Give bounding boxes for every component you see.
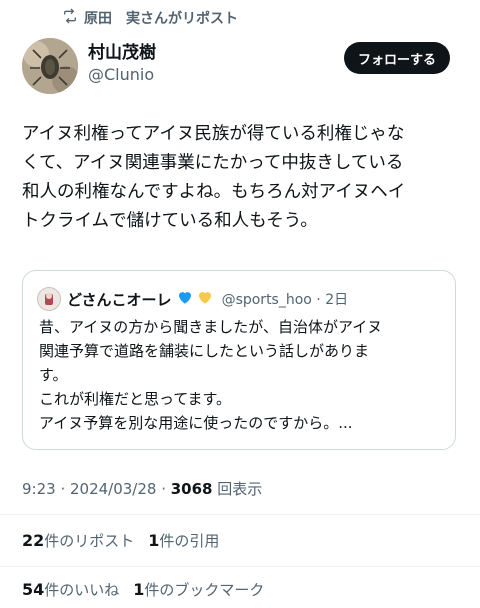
avatar[interactable] xyxy=(22,38,78,94)
reposts-count: 22 xyxy=(22,531,45,550)
bookmarks-label: 件のブックマーク xyxy=(144,581,265,599)
quoted-line: す。 xyxy=(39,366,68,384)
post-timestamp[interactable]: 9:23 · 2024/03/28 · xyxy=(22,480,171,498)
quoted-post-body: 昔、アイヌの方から聞きましたが、自治体がアイヌ 関連予算で道路を舗装にしたという… xyxy=(39,315,447,435)
quoted-line: アイヌ予算を別な用途に使ったのですから。... xyxy=(39,414,353,432)
quoted-post-header: どさんこオーレ @sports_hoo · 2日 xyxy=(37,287,348,311)
post-meta: 9:23 · 2024/03/28 · 3068 回表示 xyxy=(22,478,262,499)
follow-button[interactable]: フォローする xyxy=(343,42,450,74)
blue-heart-icon xyxy=(176,288,196,310)
views-label: 回表示 xyxy=(212,480,263,498)
quoted-handle-time: @sports_hoo · 2日 xyxy=(221,292,349,308)
bookmarks-count: 1 xyxy=(133,580,145,599)
repost-icon xyxy=(62,8,78,28)
divider xyxy=(0,566,480,567)
divider xyxy=(0,514,480,515)
post-line: くて、アイヌ関連事業にたかって中抜きしている xyxy=(22,153,404,173)
post-line: 和人の利権なんですよね。もちろん対アイヌヘイ xyxy=(22,182,406,202)
reposts-link[interactable]: 22件のリポスト xyxy=(22,531,135,550)
views-count: 3068 xyxy=(170,480,213,498)
post-line: アイヌ利権ってアイヌ民族が得ている利権じゃな xyxy=(22,124,405,144)
quoted-display-name: どさんこオーレ xyxy=(67,290,172,309)
quoted-line: これが利権だと思ってます。 xyxy=(39,390,232,408)
yellow-heart-icon xyxy=(196,288,216,310)
quotes-link[interactable]: 1件の引用 xyxy=(148,531,220,550)
quoted-avatar xyxy=(37,287,61,311)
quoted-line: 関連予算で道路を舗装にしたという話しがありま xyxy=(39,342,370,360)
repost-banner-text: 原田 実さんがリポスト xyxy=(84,11,238,27)
repost-banner[interactable]: 原田 実さんがリポスト xyxy=(62,8,238,28)
likes-label: 件のいいね xyxy=(44,581,120,599)
author-handle[interactable]: @Clunio xyxy=(88,64,156,86)
stats-row-bottom: 54件のいいね 1件のブックマーク xyxy=(22,579,264,600)
reposts-label: 件のリポスト xyxy=(44,532,135,550)
post-header: 村山茂樹 @Clunio フォローする xyxy=(22,38,458,98)
post-body: アイヌ利権ってアイヌ民族が得ている利権じゃな くて、アイヌ関連事業にたかって中抜… xyxy=(22,120,462,236)
author-display-name[interactable]: 村山茂樹 xyxy=(88,42,156,64)
post-view: 原田 実さんがリポスト 村山茂樹 @Clunio フォローする アイヌ利権ってア… xyxy=(0,0,480,608)
likes-link[interactable]: 54件のいいね xyxy=(22,580,120,599)
bookmarks-link[interactable]: 1件のブックマーク xyxy=(133,580,265,599)
quotes-label: 件の引用 xyxy=(159,532,220,550)
quoted-post[interactable]: どさんこオーレ @sports_hoo · 2日 昔、アイヌの方から聞きましたが… xyxy=(22,270,456,450)
quoted-line: 昔、アイヌの方から聞きましたが、自治体がアイヌ xyxy=(39,318,383,336)
author-names: 村山茂樹 @Clunio xyxy=(88,42,156,86)
likes-count: 54 xyxy=(22,580,45,599)
quotes-count: 1 xyxy=(148,531,160,550)
stats-row-top: 22件のリポスト 1件の引用 xyxy=(22,530,219,551)
post-line: トクライムで儲けている和人もそう。 xyxy=(22,211,318,231)
